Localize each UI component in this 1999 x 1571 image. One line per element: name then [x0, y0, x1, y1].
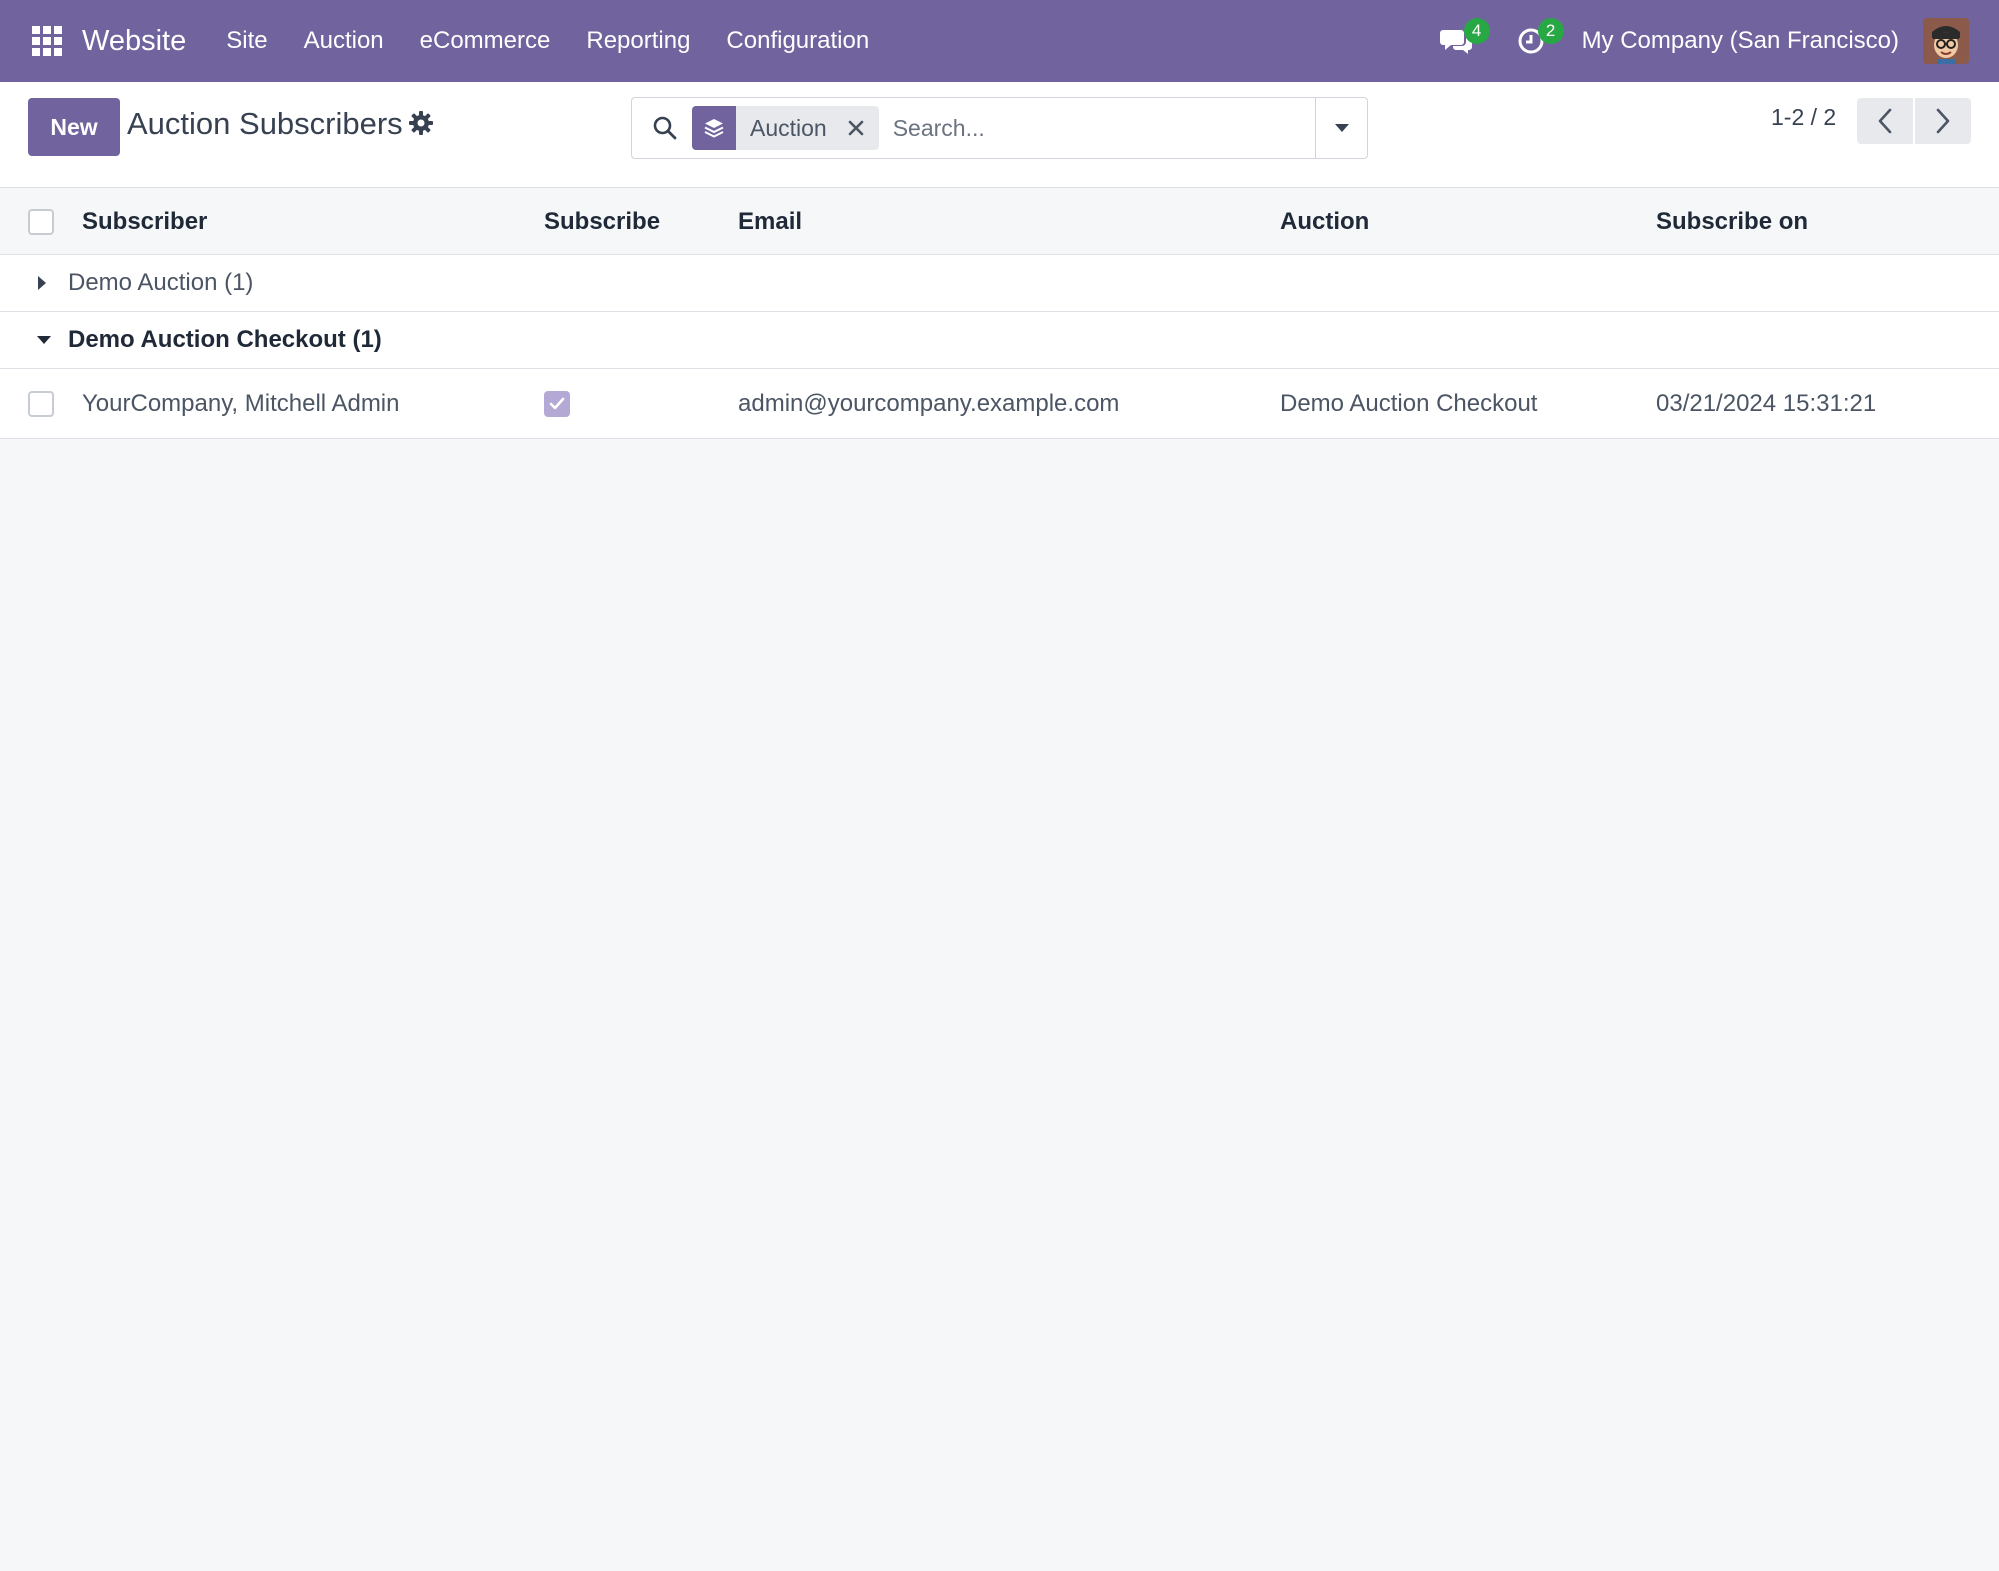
search-facet-groupby: Auction — [692, 106, 879, 150]
page-title: Auction Subscribers — [127, 106, 403, 141]
activities-button[interactable]: 2 — [1508, 18, 1564, 64]
search-input[interactable] — [878, 98, 1315, 158]
search-facet-remove-button[interactable] — [840, 106, 879, 150]
chevron-right-icon — [1936, 108, 1950, 134]
menu-item-configuration[interactable]: Configuration — [708, 27, 887, 55]
menu-item-site[interactable]: Site — [208, 27, 285, 55]
chevron-left-icon — [1878, 108, 1892, 134]
cell-email[interactable]: admin@yourcompany.example.com — [738, 369, 1119, 438]
group-row-demo-auction[interactable]: Demo Auction (1) — [0, 255, 1999, 312]
top-navbar: Website Site Auction eCommerce Reporting… — [0, 0, 1999, 82]
user-avatar[interactable] — [1923, 18, 1969, 64]
app-name[interactable]: Website — [82, 25, 186, 58]
list-view-table: Subscriber Subscribe Email Auction Subsc… — [0, 189, 1999, 439]
group-row-demo-auction-checkout[interactable]: Demo Auction Checkout (1) — [0, 312, 1999, 369]
column-header-subscribe-on[interactable]: Subscribe on — [1656, 189, 1808, 254]
grid-icon — [32, 26, 62, 56]
control-panel: New Auction Subscribers Auction Search..… — [0, 82, 1999, 188]
messages-button[interactable]: 4 — [1434, 18, 1490, 64]
navbar-systray: 4 2 My Company (San Francisco) — [1434, 0, 1999, 82]
column-header-subscribe[interactable]: Subscribe — [544, 189, 660, 254]
pager-value[interactable]: 1-2 / 2 — [1771, 104, 1836, 131]
table-row[interactable]: YourCompany, Mitchell Admin admin@yourco… — [0, 369, 1999, 439]
column-header-subscriber[interactable]: Subscriber — [82, 189, 207, 254]
pager-next-button[interactable] — [1915, 98, 1971, 144]
cell-subscriber[interactable]: YourCompany, Mitchell Admin — [82, 369, 399, 438]
cell-auction[interactable]: Demo Auction Checkout — [1280, 369, 1537, 438]
search-facet-label: Auction — [736, 106, 841, 150]
pager-previous-button[interactable] — [1857, 98, 1913, 144]
activities-count-badge: 2 — [1537, 18, 1564, 44]
menu-item-reporting[interactable]: Reporting — [568, 27, 708, 55]
menu-item-ecommerce[interactable]: eCommerce — [402, 27, 569, 55]
caret-down-icon — [36, 312, 52, 368]
checkmark-icon — [549, 397, 565, 409]
caret-right-icon — [36, 255, 48, 311]
search-bar: Auction — [631, 97, 1368, 159]
cell-subscribe — [544, 369, 570, 438]
close-icon — [848, 120, 864, 136]
actions-gear-button[interactable] — [406, 108, 436, 138]
search-options-toggle[interactable] — [1315, 98, 1367, 158]
subscribe-checkbox-checked — [544, 390, 570, 417]
select-all-checkbox[interactable] — [28, 209, 54, 235]
search-icon — [648, 111, 682, 145]
user-avatar-icon — [1923, 18, 1969, 64]
gear-icon — [409, 111, 433, 135]
group-label: Demo Auction (1) — [68, 269, 254, 296]
new-button[interactable]: New — [28, 98, 120, 156]
table-header-row: Subscriber Subscribe Email Auction Subsc… — [0, 189, 1999, 255]
layers-icon — [692, 106, 736, 150]
row-select-checkbox[interactable] — [28, 391, 54, 417]
apps-menu-button[interactable] — [24, 18, 70, 64]
messages-count-badge: 4 — [1463, 18, 1490, 44]
cell-subscribe-on[interactable]: 03/21/2024 15:31:21 — [1656, 369, 1876, 438]
company-switcher[interactable]: My Company (San Francisco) — [1582, 27, 1899, 55]
caret-down-icon — [1334, 124, 1349, 132]
group-label: Demo Auction Checkout (1) — [68, 326, 382, 353]
column-header-email[interactable]: Email — [738, 189, 802, 254]
column-header-auction[interactable]: Auction — [1280, 189, 1369, 254]
menu-item-auction[interactable]: Auction — [286, 27, 402, 55]
